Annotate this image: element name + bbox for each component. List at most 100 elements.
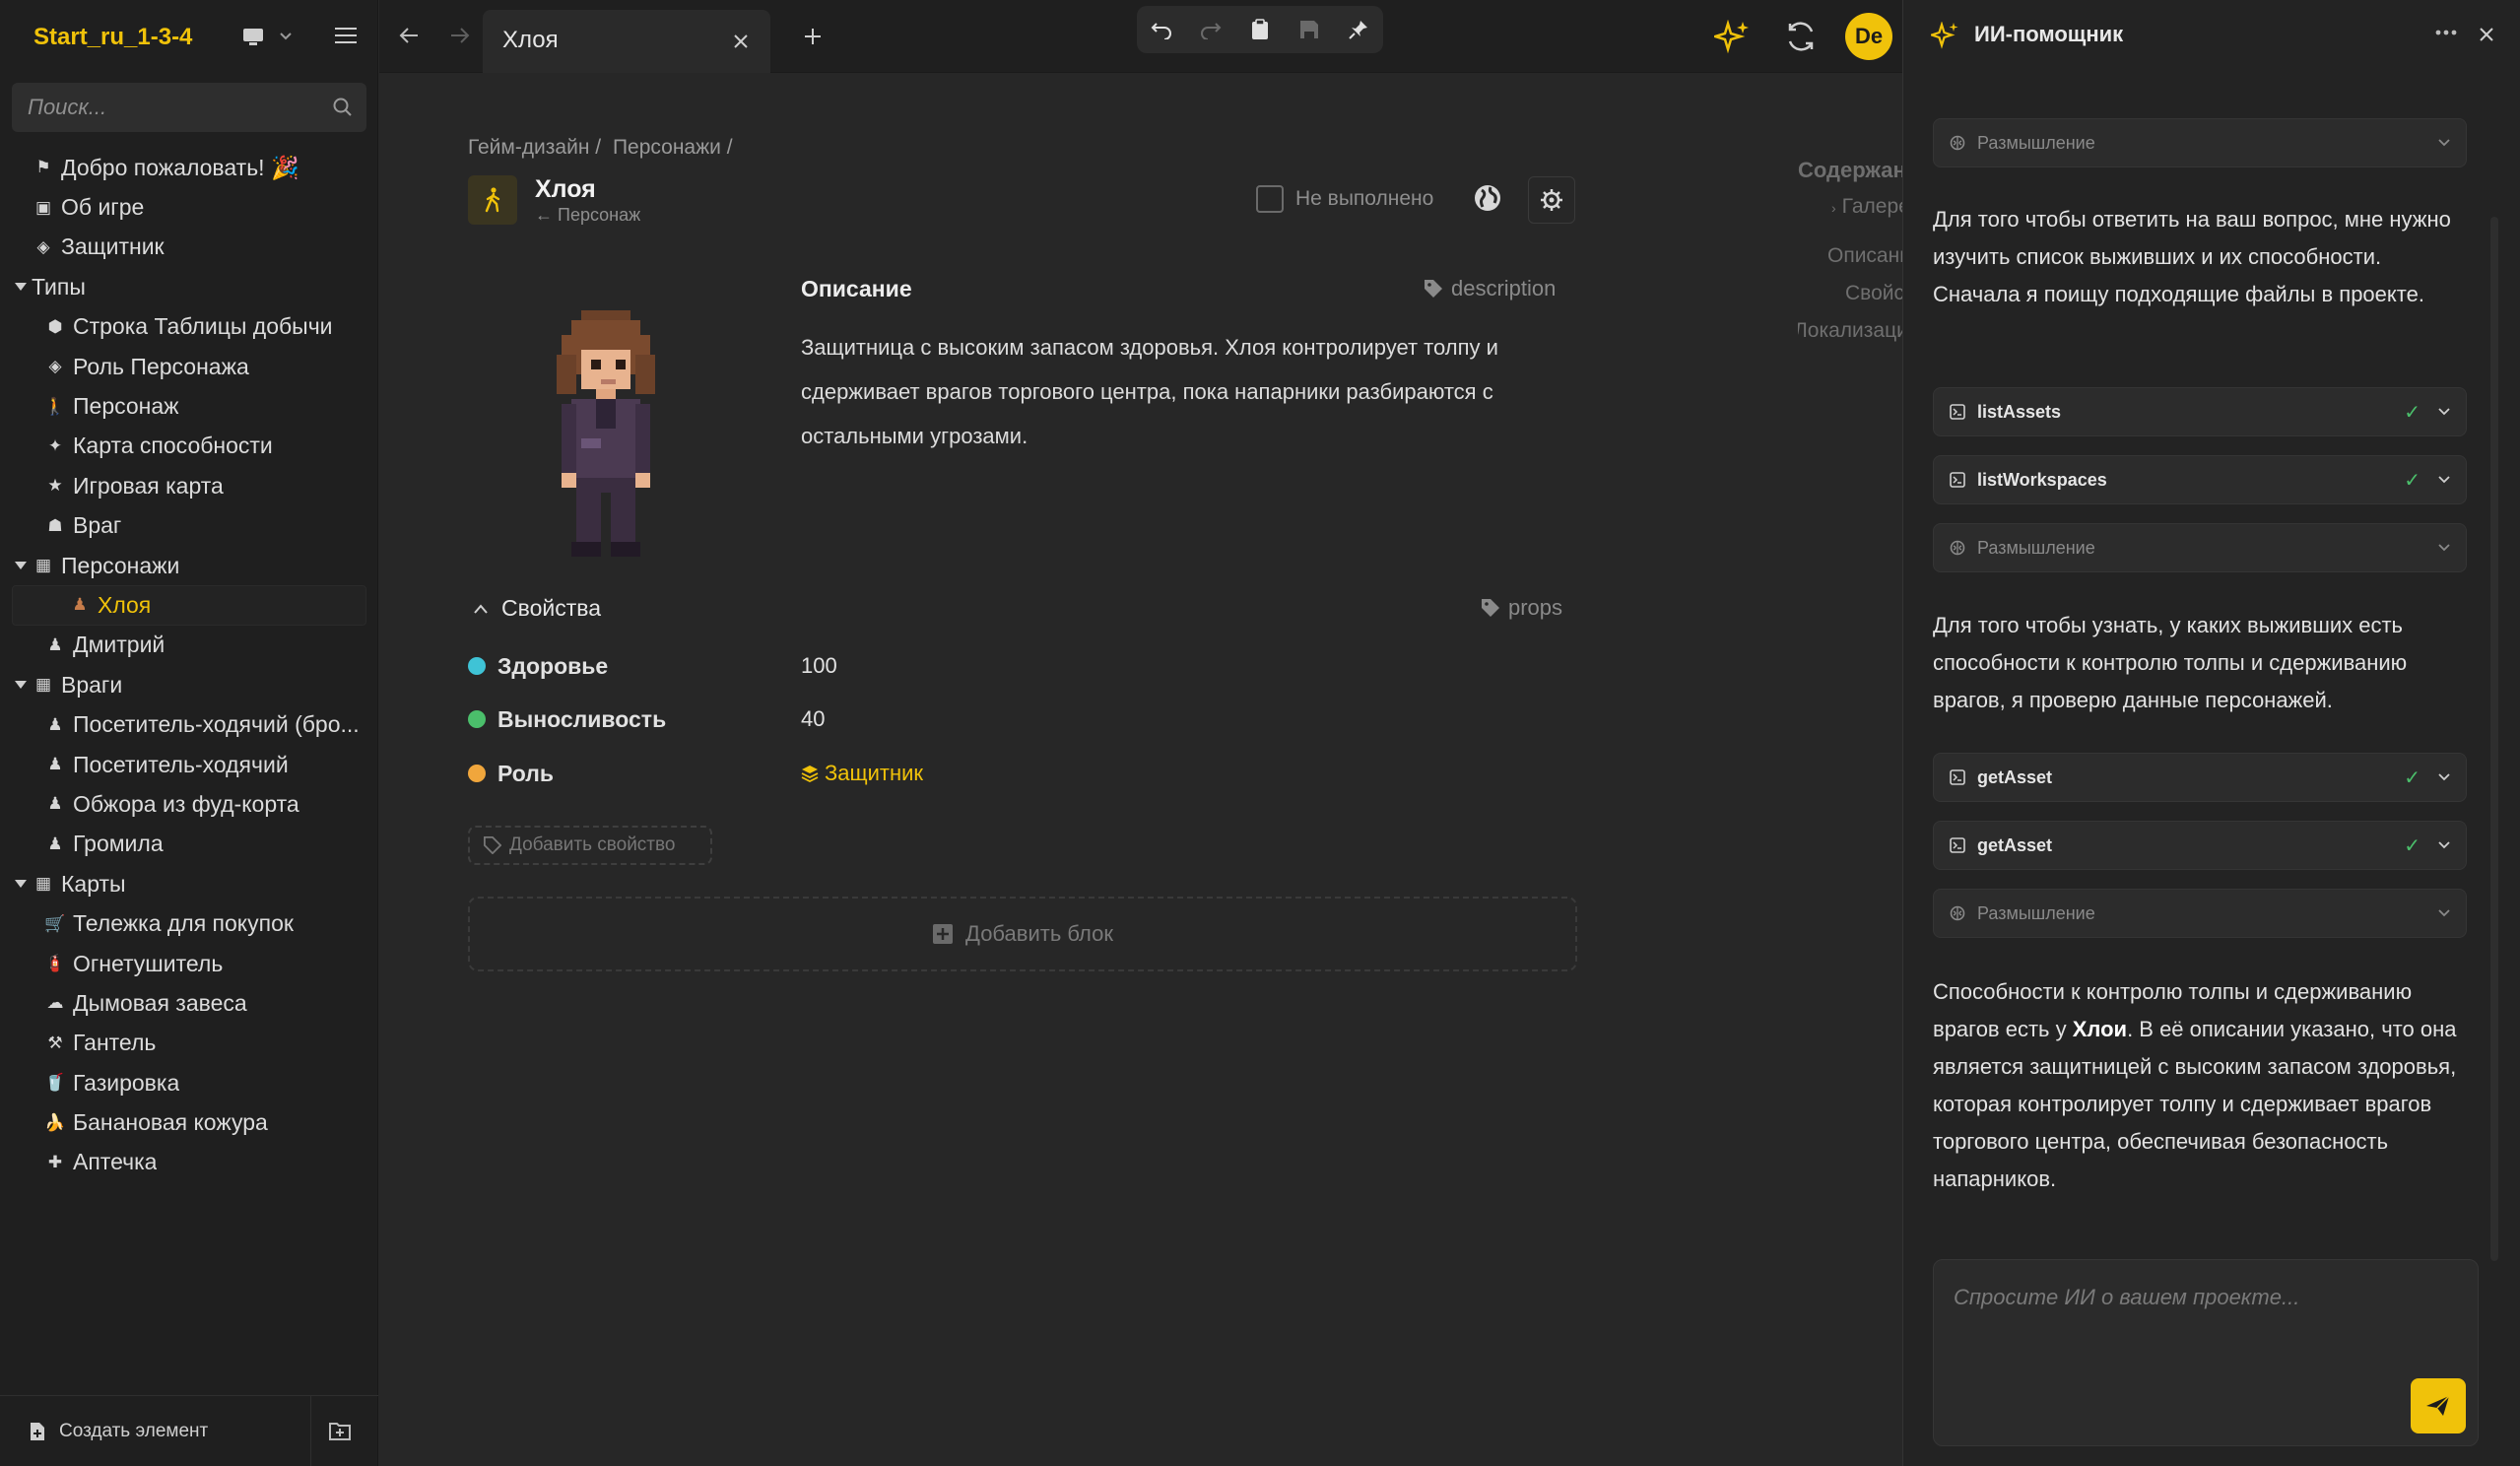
property-row-role[interactable]: Роль Защитник [468,759,1256,788]
undo-icon[interactable] [1137,6,1186,53]
monitor-icon[interactable] [242,28,264,47]
sidebar: Start_ru_1-3-4 ⚑ Добро пожаловать! 🎉 ▣ Об и… [0,0,378,1466]
sidebar-item[interactable]: ☗ Враг [0,506,378,546]
property-link-value[interactable]: Защитник [801,761,923,786]
property-row-stamina[interactable]: Выносливость 40 [468,704,1256,734]
toc-item-description[interactable]: Описание [1827,244,1902,268]
pin-icon[interactable] [1334,6,1383,53]
sidebar-item-label: Добро пожаловать! 🎉 [61,154,299,180]
close-icon[interactable] [2479,27,2494,42]
sidebar-item[interactable]: ▣ Об игре [0,187,378,227]
sidebar-item[interactable]: ★ Игровая карта [0,466,378,505]
thinking-collapsible[interactable]: Размышление [1933,889,2467,938]
tool-call-get-asset[interactable]: getAsset ✓ [1933,753,2467,802]
chevron-down-icon [2438,841,2450,849]
scrollbar[interactable] [2490,217,2498,1261]
thinking-collapsible[interactable]: Размышление [1933,118,2467,167]
add-property-button[interactable]: Добавить свойство [468,826,712,865]
globe-icon[interactable] [1473,183,1502,213]
sidebar-item-label: Банановая кожура [73,1109,268,1136]
toc-item-localization[interactable]: Локализация [1798,319,1902,343]
enemy-sprite-icon: ♟ [47,794,63,814]
sidebar-item[interactable]: ◈ Защитник [0,228,378,267]
caret-down-icon[interactable] [14,877,28,891]
tool-call-list-workspaces[interactable]: listWorkspaces ✓ [1933,455,2467,504]
sidebar-item[interactable]: 🧯 Огнетушитель [0,944,378,983]
property-value[interactable]: 40 [801,706,825,732]
toc-item-properties[interactable]: Свойства [1845,282,1902,305]
caret-down-icon[interactable] [14,280,28,294]
caret-down-icon[interactable] [14,559,28,572]
sidebar-item[interactable]: ♟ Дмитрий [0,626,378,665]
breadcrumb-item[interactable]: Персонажи / [613,136,733,159]
sidebar-item[interactable]: 🍌 Банановая кожура [0,1102,378,1142]
tab-chloe[interactable]: Хлоя [483,10,770,73]
chevron-down-icon[interactable] [280,33,292,40]
caret-down-icon[interactable] [14,678,28,692]
create-element-button[interactable]: Создать элемент [0,1396,311,1466]
clipboard-icon[interactable] [1235,6,1285,53]
toc-item-gallery[interactable]: ›Галерея [1831,195,1902,219]
sidebar-item[interactable]: 🚶 Персонаж [0,386,378,426]
search-icon[interactable] [333,98,353,117]
search-box [12,83,366,132]
sidebar-item[interactable]: ♟ Обжора из фуд-корта [0,784,378,824]
back-arrow-icon[interactable] [399,27,419,44]
ai-sparkle-icon[interactable] [1714,20,1752,55]
sidebar-item[interactable]: 🥤 Газировка [0,1063,378,1102]
page-type-link[interactable]: ← Персонаж [535,205,640,226]
project-name[interactable]: Start_ru_1-3-4 [33,24,192,51]
character-sprite-image[interactable] [537,309,675,558]
sidebar-item-label: Дмитрий [73,632,166,658]
save-icon[interactable] [1285,6,1334,53]
chevron-down-icon [2438,544,2450,552]
ai-prompt-input[interactable] [1954,1278,2446,1317]
new-folder-icon[interactable] [329,1421,351,1440]
person-walking-icon [468,175,517,225]
sync-icon[interactable] [1784,20,1818,53]
plus-icon[interactable] [803,27,823,46]
property-row-health[interactable]: Здоровье 100 [468,651,1256,681]
search-input[interactable] [28,83,313,132]
sidebar-item[interactable]: ▦ Персонажи [0,546,378,585]
thinking-collapsible[interactable]: Размышление [1933,523,2467,572]
tool-call-get-asset[interactable]: getAsset ✓ [1933,821,2467,870]
forward-arrow-icon[interactable] [450,27,470,44]
sidebar-item[interactable]: ▦ Карты [0,864,378,903]
sidebar-item[interactable]: ☁ Дымовая завеса [0,983,378,1023]
breadcrumb-item[interactable]: Гейм-дизайн / [468,136,601,159]
sidebar-item[interactable]: ✦ Карта способности [0,427,378,466]
status-toggle[interactable]: Не выполнено [1256,185,1433,213]
sidebar-item[interactable]: ◈ Роль Персонажа [0,347,378,386]
sidebar-item[interactable]: 🛒 Тележка для покупок [0,903,378,943]
more-icon[interactable] [2435,30,2457,35]
sidebar-item[interactable]: ⚒ Гантель [0,1024,378,1063]
description-text[interactable]: Защитница с высоким запасом здоровья. Хл… [801,325,1550,458]
sidebar-item[interactable]: ⚑ Добро пожаловать! 🎉 [0,148,378,187]
check-icon: ✓ [2404,401,2421,424]
add-block-button[interactable]: Добавить блок [468,897,1577,971]
sidebar-item[interactable]: ♟ Хлоя [12,585,366,626]
card-sprite-icon: 🍌 [44,1112,66,1132]
sidebar-item[interactable]: ▦ Враги [0,665,378,704]
sidebar-item[interactable]: ♟ Посетитель-ходячий (бро... [0,704,378,744]
sidebar-item[interactable]: ✚ Аптечка [0,1143,378,1182]
redo-icon[interactable] [1186,6,1235,53]
sidebar-item[interactable]: ⬢ Строка Таблицы добычи [0,307,378,347]
send-button[interactable] [2411,1378,2466,1433]
property-name: Роль [497,760,554,786]
property-value[interactable]: 100 [801,653,837,679]
toc-title: Содержание [1798,158,1902,182]
properties-header[interactable]: Свойства [474,595,601,622]
menu-icon[interactable] [335,27,357,44]
add-block-label: Добавить блок [965,921,1113,946]
sidebar-item[interactable]: ♟ Громила [0,825,378,864]
sidebar-item[interactable]: ♟ Посетитель-ходячий [0,745,378,784]
sidebar-item[interactable]: Типы [0,267,378,306]
create-element-label: Создать элемент [59,1421,209,1441]
tool-call-list-assets[interactable]: listAssets ✓ [1933,387,2467,436]
status-checkbox[interactable] [1256,185,1284,213]
settings-button[interactable] [1528,176,1575,224]
close-icon[interactable] [733,33,749,49]
avatar[interactable]: De [1845,13,1892,60]
